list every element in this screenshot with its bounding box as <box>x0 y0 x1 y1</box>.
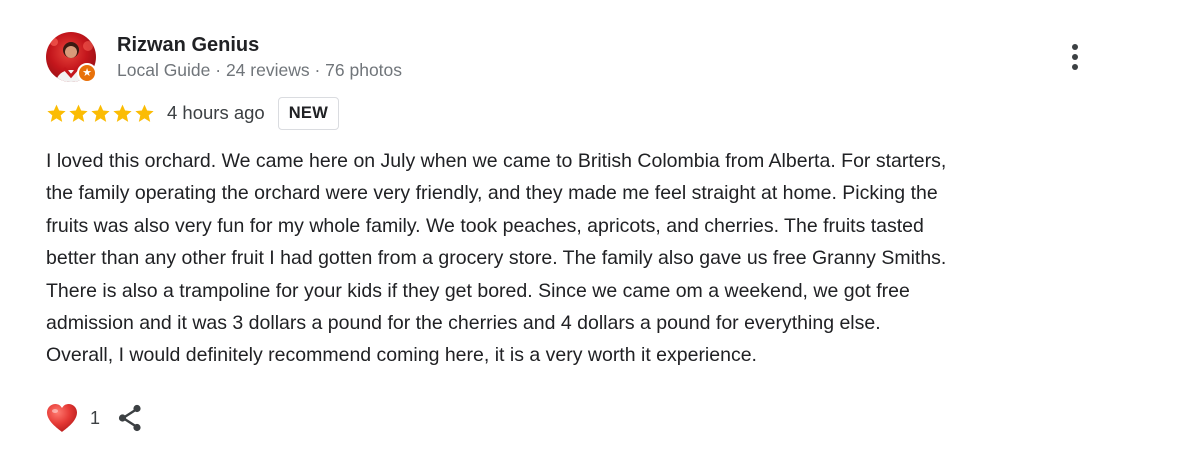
rating-row: 4 hours ago NEW <box>46 96 340 130</box>
star-icon <box>47 104 66 122</box>
more-vert-icon-dot <box>1072 44 1078 50</box>
new-badge: NEW <box>277 96 340 130</box>
share-icon <box>118 404 141 432</box>
review-text: I loved this orchard. We came here on Ju… <box>46 145 1106 372</box>
star-icon <box>91 104 110 122</box>
local-guide-star-icon: ★ <box>77 63 97 83</box>
star-icon <box>135 104 154 122</box>
like-button[interactable]: 1 <box>46 403 100 433</box>
review-time: 4 hours ago <box>167 102 265 123</box>
review-text-line: There is also a trampoline for your kids… <box>46 279 910 302</box>
star-rating <box>46 103 155 124</box>
review-text-line: the family operating the orchard were ve… <box>46 182 938 205</box>
star-icon <box>69 104 88 122</box>
review-text-line: admission and it was 3 dollars a pound f… <box>46 312 881 335</box>
review-actions: 1 <box>46 400 144 436</box>
more-options-button[interactable] <box>1062 40 1088 74</box>
more-vert-icon-dot <box>1072 54 1078 60</box>
more-vert-icon-dot <box>1072 64 1078 70</box>
star-icon <box>113 104 132 122</box>
review-card: ★ Rizwan Genius Local Guide · 24 reviews… <box>0 0 1184 462</box>
review-text-line: better than any other fruit I had gotten… <box>46 247 947 270</box>
review-text-line: I loved this orchard. We came here on Ju… <box>46 150 947 172</box>
reviewer-meta[interactable]: Local Guide · 24 reviews · 76 photos <box>117 59 402 81</box>
share-button[interactable] <box>116 403 144 433</box>
review-text-line: Overall, I would definitely recommend co… <box>46 344 757 367</box>
avatar[interactable]: ★ <box>46 32 97 83</box>
reviewer-name[interactable]: Rizwan Genius <box>117 33 259 57</box>
heart-icon <box>47 404 77 432</box>
review-text-line: fruits was also very fun for my whole fa… <box>46 214 924 237</box>
like-count: 1 <box>90 407 101 428</box>
